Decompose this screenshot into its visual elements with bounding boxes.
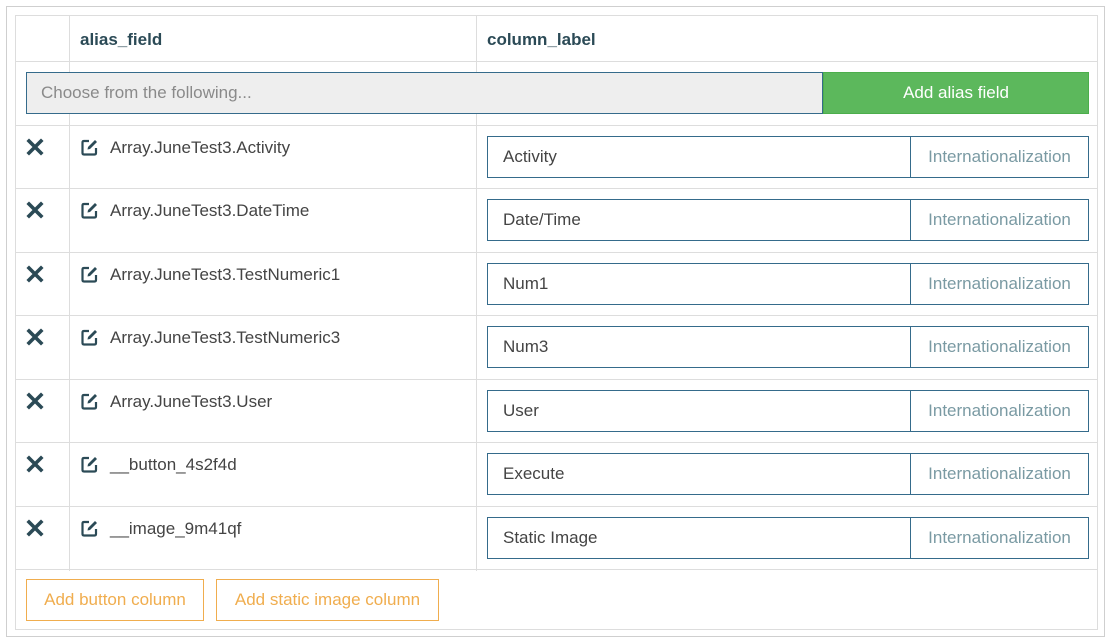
column-label-group: Internationalization: [487, 199, 1089, 241]
add-static-image-column-button[interactable]: Add static image column: [216, 579, 439, 621]
table-row: __button_4s2f4d Internationalization: [16, 443, 1097, 506]
choose-alias-input[interactable]: [26, 72, 823, 114]
add-button-column-button[interactable]: Add button column: [26, 579, 204, 621]
add-alias-row: Add alias field: [26, 72, 1089, 114]
alias-field-name: Array.JuneTest3.DateTime: [110, 201, 310, 220]
column-label-input[interactable]: [487, 390, 911, 432]
column-label-input[interactable]: [487, 136, 911, 178]
table-row: Array.JuneTest3.Activity Internationaliza…: [16, 126, 1097, 189]
column-label-input[interactable]: [487, 326, 911, 368]
table-row: Array.JuneTest3.DateTime Internationaliza…: [16, 189, 1097, 252]
table-row: __image_9m41qf Internationalization: [16, 507, 1097, 570]
alias-fields-table: alias_field column_label Add alias field…: [15, 15, 1098, 630]
column-label-input[interactable]: [487, 263, 911, 305]
internationalization-button[interactable]: Internationalization: [910, 517, 1089, 559]
header-alias-field: alias_field: [80, 30, 163, 49]
column-label-group: Internationalization: [487, 453, 1089, 495]
edit-icon[interactable]: [80, 201, 99, 220]
remove-icon[interactable]: [26, 455, 44, 473]
internationalization-button[interactable]: Internationalization: [910, 390, 1089, 432]
alias-field-name: Array.JuneTest3.Activity: [110, 138, 291, 157]
alias-field-name: Array.JuneTest3.TestNumeric1: [110, 265, 341, 284]
table-row: Array.JuneTest3.User Internationalization: [16, 380, 1097, 443]
edit-icon[interactable]: [80, 328, 99, 347]
remove-icon[interactable]: [26, 519, 44, 537]
column-label-group: Internationalization: [487, 390, 1089, 432]
edit-icon[interactable]: [80, 519, 99, 538]
edit-icon[interactable]: [80, 138, 99, 157]
edit-icon[interactable]: [80, 392, 99, 411]
edit-icon[interactable]: [80, 455, 99, 474]
column-label-group: Internationalization: [487, 263, 1089, 305]
remove-icon[interactable]: [26, 328, 44, 346]
internationalization-button[interactable]: Internationalization: [910, 199, 1089, 241]
remove-icon[interactable]: [26, 392, 44, 410]
row-divider: [16, 61, 1097, 62]
table-row: Array.JuneTest3.TestNumeric1 Internationa…: [16, 253, 1097, 316]
internationalization-button[interactable]: Internationalization: [910, 263, 1089, 305]
table-row: Array.JuneTest3.TestNumeric3 Internationa…: [16, 316, 1097, 379]
column-label-group: Internationalization: [487, 136, 1089, 178]
alias-field-name: __button_4s2f4d: [110, 455, 237, 474]
alias-field-name: __image_9m41qf: [110, 519, 242, 538]
column-label-input[interactable]: [487, 517, 911, 559]
remove-icon[interactable]: [26, 138, 44, 156]
internationalization-button[interactable]: Internationalization: [910, 136, 1089, 178]
remove-icon[interactable]: [26, 265, 44, 283]
remove-icon[interactable]: [26, 201, 44, 219]
add-alias-field-button[interactable]: Add alias field: [823, 72, 1089, 114]
alias-field-name: Array.JuneTest3.TestNumeric3: [110, 328, 341, 347]
alias-field-name: Array.JuneTest3.User: [110, 392, 273, 411]
alias-fields-panel: alias_field column_label Add alias field…: [6, 6, 1105, 637]
internationalization-button[interactable]: Internationalization: [910, 453, 1089, 495]
column-label-group: Internationalization: [487, 517, 1089, 559]
column-label-input[interactable]: [487, 453, 911, 495]
internationalization-button[interactable]: Internationalization: [910, 326, 1089, 368]
column-label-input[interactable]: [487, 199, 911, 241]
column-label-group: Internationalization: [487, 326, 1089, 368]
edit-icon[interactable]: [80, 265, 99, 284]
header-column-label: column_label: [487, 30, 596, 49]
